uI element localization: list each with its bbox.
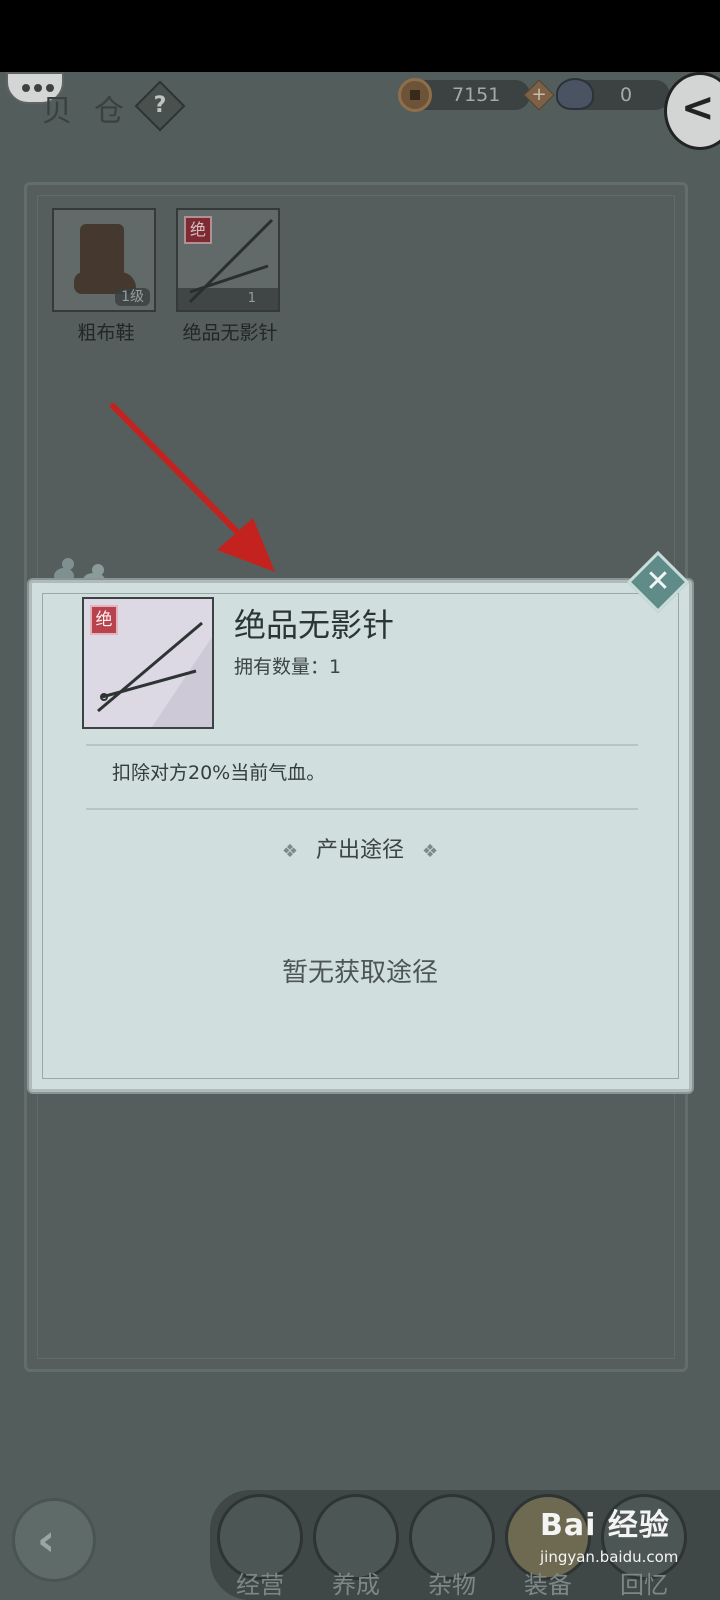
owned-count: 拥有数量：1 xyxy=(234,656,342,678)
tab-label: 养成 xyxy=(332,1571,380,1599)
empty-source-text: 暂无获取途径 xyxy=(281,958,438,988)
detail-item-icon: 绝 xyxy=(82,597,214,729)
close-icon: ✕ xyxy=(645,564,671,599)
tab-label: 杂物 xyxy=(428,1571,476,1599)
baidu-logo: Bai 经验 xyxy=(540,1508,670,1543)
item-description: 扣除对方20%当前气血。 xyxy=(112,762,326,784)
baidu-watermark: Bai 经验 jingyan.baidu.com xyxy=(540,1500,716,1590)
back-button[interactable]: ‹ xyxy=(12,1498,96,1582)
source-section-header: ❖ 产出途径 ❖ xyxy=(0,832,720,864)
status-bar xyxy=(0,0,720,72)
tab-label: 经营 xyxy=(236,1571,284,1599)
baidu-url: jingyan.baidu.com xyxy=(540,1548,679,1566)
divider xyxy=(86,744,638,746)
diamond-deco-icon: ❖ xyxy=(422,841,439,862)
chevron-left-icon: ‹ xyxy=(37,1515,56,1566)
tab-sundries[interactable]: 杂物 xyxy=(406,1494,498,1600)
diamond-deco-icon: ❖ xyxy=(281,841,298,862)
tab-cultivate[interactable]: 养成 xyxy=(310,1494,402,1600)
needle-icon xyxy=(97,621,203,713)
divider xyxy=(86,808,638,810)
item-title: 绝品无影针 xyxy=(234,606,395,644)
section-title: 产出途径 xyxy=(315,838,404,863)
tab-business[interactable]: 经营 xyxy=(214,1494,306,1600)
